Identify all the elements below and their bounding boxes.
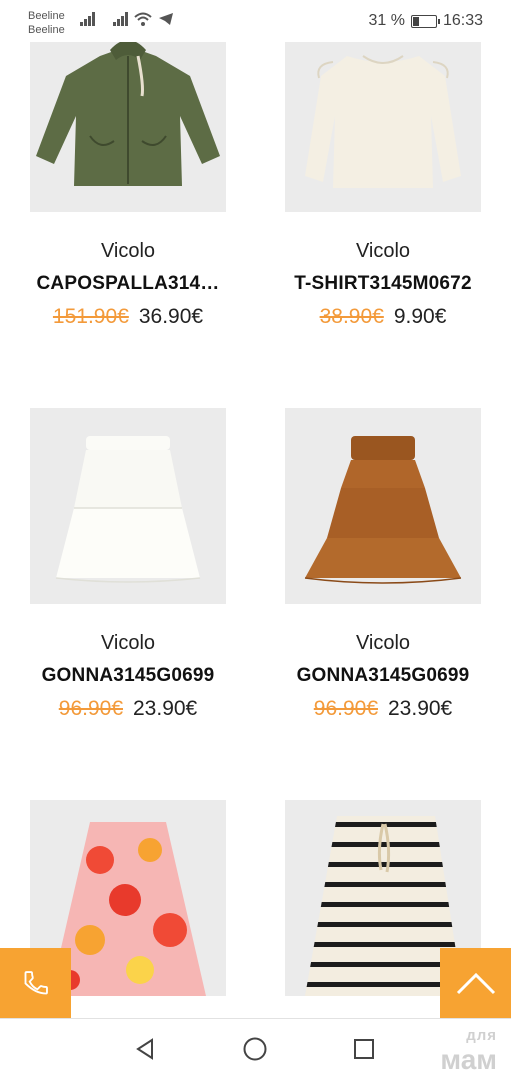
telegram-icon: [159, 13, 173, 25]
status-right: 31 % 16:33: [368, 12, 483, 30]
jacket-image: [36, 40, 220, 186]
product-name[interactable]: GONNA3145G0699: [283, 662, 483, 690]
product-name[interactable]: GONNA3145G0699: [28, 662, 228, 690]
call-button[interactable]: [0, 948, 71, 1018]
top-image: [305, 55, 461, 188]
old-price: 96.90€: [313, 697, 378, 720]
product-brand: Vicolo: [100, 632, 156, 654]
scroll-top-button[interactable]: [440, 948, 511, 1018]
product-prices: 96.90€ 23.90€: [285, 694, 481, 724]
recents-square-icon: [354, 1039, 374, 1059]
signal-icon: [80, 12, 95, 26]
phone-icon: [24, 971, 48, 995]
watermark-line-2: мам: [440, 1044, 497, 1075]
product-image[interactable]: [285, 408, 481, 604]
watermark-line-1: для: [466, 1027, 497, 1044]
new-price: 36.90€: [138, 305, 204, 328]
clock: 16:33: [442, 12, 483, 29]
battery-percent: 31 %: [368, 12, 405, 29]
back-triangle-icon: [136, 1038, 153, 1060]
product-card[interactable]: Vicolo GONNA3145G0699 96.90€ 23.90€: [30, 408, 226, 724]
product-prices: 96.90€ 23.90€: [30, 694, 226, 724]
home-circle-icon: [243, 1037, 267, 1061]
battery-icon: [410, 14, 440, 28]
system-nav-bar: для мам: [0, 1018, 511, 1081]
product-image[interactable]: [285, 16, 481, 212]
new-price: 23.90€: [388, 697, 453, 720]
product-image[interactable]: [30, 408, 226, 604]
wifi-icon: [134, 12, 152, 26]
brown-skirt-image: [304, 436, 462, 584]
product-card[interactable]: Vicolo T-SHIRT3145M0672 38.90€ 9.90€: [285, 16, 481, 332]
status-bar: Beeline Beeline 31 % 16:33: [0, 0, 511, 42]
product-prices: 38.90€ 9.90€: [285, 302, 481, 332]
product-card[interactable]: Vicolo CAPOSPALLA314… 151.90€ 36.90€: [30, 16, 226, 332]
product-image[interactable]: [30, 16, 226, 212]
new-price: 23.90€: [133, 697, 198, 720]
product-brand: Vicolo: [355, 240, 411, 262]
signal-icons: [80, 12, 174, 26]
product-name[interactable]: T-SHIRT3145M0672: [283, 270, 483, 298]
new-price: 9.90€: [393, 305, 447, 328]
old-price: 96.90€: [58, 697, 123, 720]
product-brand: Vicolo: [100, 240, 156, 262]
carrier-label: Beeline: [28, 10, 65, 22]
white-skirt-image: [55, 436, 201, 583]
watermark: для мам: [440, 1027, 497, 1075]
product-name[interactable]: CAPOSPALLA314…: [28, 270, 228, 298]
recents-button[interactable]: [350, 1035, 378, 1063]
home-button[interactable]: [241, 1035, 269, 1063]
old-price: 38.90€: [319, 305, 384, 328]
product-card[interactable]: Vicolo GONNA3145G0699 96.90€ 23.90€: [285, 408, 481, 724]
carrier-label-2: Beeline: [28, 24, 65, 36]
product-brand: Vicolo: [355, 632, 411, 654]
product-prices: 151.90€ 36.90€: [30, 302, 226, 332]
signal-icon-2: [113, 12, 128, 26]
chevron-up-icon: [456, 972, 495, 995]
old-price: 151.90€: [52, 305, 129, 328]
back-button[interactable]: [132, 1035, 160, 1063]
